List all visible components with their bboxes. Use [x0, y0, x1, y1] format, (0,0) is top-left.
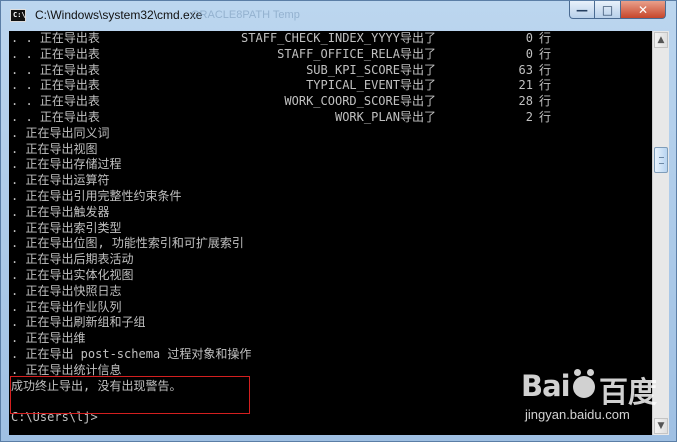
- table-row-name: WORK_COORD_SCORE导出了: [284, 94, 436, 109]
- table-row-prefix: . . 正在导出表: [11, 31, 100, 45]
- cmd-window: C:\ C:\Windows\system32\cmd.exe ORACLE8P…: [0, 0, 677, 442]
- console-line: . 正在导出引用完整性约束条件: [11, 188, 182, 203]
- console-line: . 正在导出快照日志: [11, 283, 122, 298]
- export-table-row: . . 正在导出表 WORK_PLAN导出了 2 行: [11, 110, 648, 126]
- window-title: C:\Windows\system32\cmd.exe: [35, 8, 203, 22]
- table-row-prefix: . . 正在导出表: [11, 46, 100, 61]
- table-row-count: 28: [518, 94, 533, 109]
- watermark-logo-text-cn: 百度: [599, 375, 658, 409]
- table-row-name: TYPICAL_EVENT导出了: [306, 78, 436, 93]
- console-line: . 正在导出位图, 功能性索引和可扩展索引: [11, 236, 244, 251]
- export-table-row: . . 正在导出表 TYPICAL_EVENT导出了 21 行: [11, 78, 648, 94]
- background-window-title: ORACLE8PATH Temp: [191, 9, 300, 21]
- table-row-unit: 行: [539, 94, 552, 109]
- table-row-prefix: . . 正在导出表: [11, 62, 100, 77]
- table-row-unit: 行: [539, 31, 552, 45]
- console-line: . 正在导出 post-schema 过程对象和操作: [11, 346, 252, 361]
- watermark-url: jingyan.baidu.com: [525, 407, 630, 422]
- console-line: . 正在导出作业队列: [11, 299, 122, 314]
- table-row-prefix: . . 正在导出表: [11, 94, 100, 109]
- window-controls: — □ ✕: [569, 1, 666, 19]
- table-row-name: SUB_KPI_SCORE导出了: [306, 62, 436, 77]
- scrollbar-thumb[interactable]: [654, 147, 668, 173]
- console-line: . 正在导出实体化视图: [11, 267, 134, 282]
- export-table-row: . . 正在导出表 STAFF_OFFICE_RELA导出了 0 行: [11, 47, 648, 63]
- table-row-prefix: . . 正在导出表: [11, 109, 100, 124]
- console-line: . 正在导出触发器: [11, 204, 110, 219]
- watermark-logo-text: Bai: [521, 369, 571, 403]
- title-bar[interactable]: C:\ C:\Windows\system32\cmd.exe ORACLE8P…: [1, 1, 676, 31]
- table-row-count: 2: [525, 109, 533, 124]
- minimize-button[interactable]: —: [569, 1, 595, 19]
- paw-icon: [573, 369, 595, 398]
- export-table-row: . . 正在导出表 SUB_KPI_SCORE导出了 63 行: [11, 63, 648, 79]
- table-row-unit: 行: [539, 62, 552, 77]
- table-row-count: 21: [518, 78, 533, 93]
- table-row-name: STAFF_OFFICE_RELA导出了: [277, 46, 436, 61]
- console-line: . 正在导出维: [11, 331, 86, 346]
- table-row-count: 63: [518, 62, 533, 77]
- close-button[interactable]: ✕: [621, 1, 666, 19]
- highlight-annotation: [10, 376, 250, 414]
- console-line: . 正在导出存储过程: [11, 157, 122, 172]
- console-lines: . . 正在导出表 STAFF_CHECK_INDEX_YYYY导出了 0 行 …: [11, 31, 648, 426]
- table-row-unit: 行: [539, 46, 552, 61]
- baidu-watermark: Bai 百度 jingyan.baidu.com: [521, 369, 666, 429]
- console-line: . 正在导出同义词: [11, 125, 110, 140]
- table-row-unit: 行: [539, 109, 552, 124]
- console-line: . 正在导出索引类型: [11, 220, 122, 235]
- table-row-count: 0: [525, 31, 533, 45]
- console-line: . 正在导出刷新组和子组: [11, 315, 146, 330]
- scroll-up-button[interactable]: ▲: [654, 32, 668, 48]
- export-table-row: . . 正在导出表 WORK_COORD_SCORE导出了 28 行: [11, 94, 648, 110]
- table-row-name: STAFF_CHECK_INDEX_YYYY导出了: [241, 31, 436, 45]
- table-row-count: 0: [525, 46, 533, 61]
- table-row-prefix: . . 正在导出表: [11, 78, 100, 93]
- console-line: . 正在导出运算符: [11, 173, 110, 188]
- export-table-row: . . 正在导出表 STAFF_CHECK_INDEX_YYYY导出了 0 行: [11, 31, 648, 47]
- cmd-icon[interactable]: C:\: [10, 9, 26, 22]
- table-row-name: WORK_PLAN导出了: [334, 109, 436, 124]
- table-row-unit: 行: [539, 78, 552, 93]
- maximize-button[interactable]: □: [595, 1, 621, 19]
- console-line: . 正在导出后期表活动: [11, 252, 134, 267]
- console-line: . 正在导出视图: [11, 141, 98, 156]
